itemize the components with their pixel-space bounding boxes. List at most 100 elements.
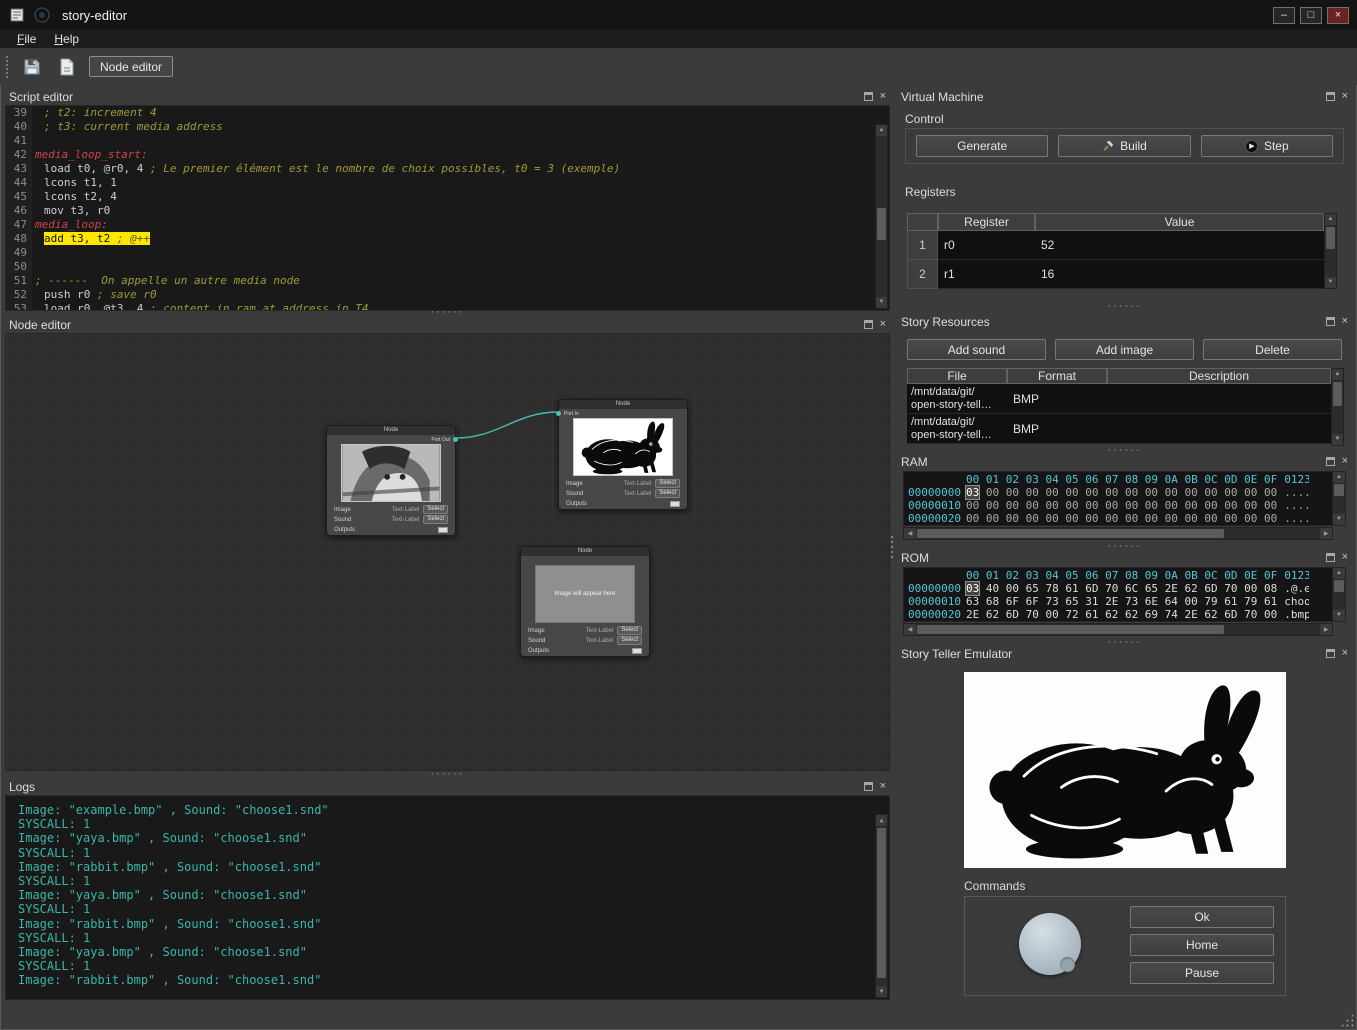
menu-item-help[interactable]: Help — [45, 32, 88, 46]
hex-row[interactable]: 0000001000 00 00 00 00 00 00 00 00 00 00… — [908, 499, 1332, 512]
vertical-scrollbar[interactable]: ▲ ▼ — [875, 124, 888, 309]
vertical-scrollbar[interactable]: ▲ ▼ — [1332, 568, 1345, 621]
menu-item-file[interactable]: File — [8, 32, 45, 46]
vertical-splitter-handle[interactable] — [891, 536, 895, 558]
select-sound-button[interactable]: Select — [423, 515, 448, 524]
ok-button[interactable]: Ok — [1130, 906, 1274, 928]
resource-row[interactable]: /mnt/data/git/ open-story-tell… BMP — [907, 414, 1331, 444]
scroll-thumb[interactable] — [1334, 484, 1344, 496]
scroll-up-arrow[interactable]: ▲ — [1333, 568, 1345, 579]
hex-row[interactable]: 0000000003 00 00 00 00 00 00 00 00 00 00… — [908, 486, 1332, 499]
undock-icon[interactable] — [1326, 92, 1335, 101]
close-panel-icon[interactable]: × — [1342, 457, 1348, 466]
format-cell[interactable]: BMP — [1007, 384, 1107, 414]
undock-icon[interactable] — [1326, 457, 1335, 466]
scroll-thumb[interactable] — [917, 625, 1224, 634]
register-row[interactable]: 2 r1 16 — [907, 260, 1324, 289]
scroll-down-arrow[interactable]: ▼ — [876, 297, 887, 308]
hex-row[interactable]: 0000000003 40 00 65 78 61 6D 70 6C 65 2E… — [908, 582, 1332, 595]
hex-row[interactable]: 0000001063 68 6F 6F 73 65 31 2E 73 6E 64… — [908, 595, 1332, 608]
panel-titlebar[interactable]: ROM × — [897, 549, 1352, 566]
scroll-up-arrow[interactable]: ▲ — [1333, 472, 1345, 483]
outputs-box[interactable] — [632, 648, 642, 654]
select-sound-button[interactable]: Select — [617, 636, 642, 645]
close-button[interactable]: × — [1327, 7, 1349, 24]
scroll-thumb[interactable] — [877, 828, 886, 978]
close-panel-icon[interactable]: × — [1342, 92, 1348, 101]
hex-bytes[interactable]: 00 00 00 00 00 00 00 00 00 00 00 00 00 0… — [979, 486, 1277, 499]
pause-button[interactable]: Pause — [1130, 962, 1274, 984]
log-output[interactable]: Image: "example.bmp" , Sound: "choose1.s… — [5, 795, 890, 1000]
node-title[interactable]: Node — [521, 547, 649, 556]
description-cell[interactable] — [1107, 414, 1331, 444]
scroll-thumb[interactable] — [917, 529, 1224, 538]
undock-icon[interactable] — [1326, 553, 1335, 562]
undock-icon[interactable] — [864, 320, 873, 329]
horizontal-scrollbar[interactable]: ◀ ▶ — [903, 527, 1333, 540]
step-button[interactable]: ▶ Step — [1201, 135, 1333, 157]
hex-view[interactable]: 00 01 02 03 04 05 06 07 08 09 0A 0B 0C 0… — [903, 471, 1346, 526]
register-column-header[interactable]: Register — [938, 213, 1035, 231]
scroll-down-arrow[interactable]: ▼ — [1325, 277, 1336, 288]
splitter-handle[interactable] — [897, 304, 1352, 310]
scroll-down-arrow[interactable]: ▼ — [1333, 610, 1345, 621]
port-in-dot[interactable] — [556, 411, 561, 416]
select-image-button[interactable]: Select — [617, 626, 642, 635]
port-out-dot[interactable] — [453, 437, 458, 442]
resource-row[interactable]: /mnt/data/git/ open-story-tell… BMP — [907, 384, 1331, 414]
undock-icon[interactable] — [1326, 649, 1335, 658]
vertical-scrollbar[interactable]: ▲ ▼ — [1331, 368, 1344, 446]
panel-titlebar[interactable]: Virtual Machine × — [897, 88, 1352, 105]
close-panel-icon[interactable]: × — [880, 92, 886, 101]
minimize-button[interactable]: – — [1273, 7, 1295, 24]
node-editor-toggle-button[interactable]: Node editor — [89, 56, 173, 77]
command-wheel[interactable] — [1019, 913, 1081, 975]
scroll-left-arrow[interactable]: ◀ — [904, 528, 916, 539]
code-editor[interactable]: 39; t2: increment 4 40; t3: current medi… — [5, 105, 890, 311]
maximize-button[interactable]: □ — [1300, 7, 1322, 24]
media-node-3[interactable]: Node Image will appear here ImageText-La… — [520, 546, 650, 657]
register-name-cell[interactable]: r0 — [938, 231, 1035, 260]
file-cell[interactable]: /mnt/data/git/ open-story-tell… — [907, 414, 1007, 444]
hex-bytes[interactable]: 00 00 00 00 00 00 00 00 00 00 00 00 00 0… — [966, 499, 1277, 512]
hex-bytes[interactable]: 00 00 00 00 00 00 00 00 00 00 00 00 00 0… — [966, 512, 1277, 525]
panel-titlebar[interactable]: Logs × — [5, 778, 890, 795]
close-panel-icon[interactable]: × — [1342, 649, 1348, 658]
scroll-thumb[interactable] — [877, 208, 886, 240]
register-value-cell[interactable]: 52 — [1035, 231, 1324, 260]
register-name-cell[interactable]: r1 — [938, 260, 1035, 289]
panel-titlebar[interactable]: Script editor × — [5, 88, 890, 105]
close-panel-icon[interactable]: × — [880, 320, 886, 329]
scroll-thumb[interactable] — [1334, 580, 1344, 592]
scroll-down-arrow[interactable]: ▼ — [1332, 434, 1343, 445]
toolbar-grip[interactable] — [6, 56, 10, 78]
scroll-up-arrow[interactable]: ▲ — [1332, 369, 1343, 380]
description-column-header[interactable]: Description — [1107, 368, 1331, 384]
undock-icon[interactable] — [864, 92, 873, 101]
titlebar[interactable]: story-editor – □ × — [0, 0, 1357, 30]
home-button[interactable]: Home — [1130, 934, 1274, 956]
file-column-header[interactable]: File — [907, 368, 1007, 384]
scroll-thumb[interactable] — [1326, 227, 1335, 249]
horizontal-scrollbar[interactable]: ◀ ▶ — [903, 623, 1333, 636]
build-button[interactable]: Build — [1058, 135, 1190, 157]
node-canvas[interactable]: Node Port Out ImageText-LabelSelect Soun… — [5, 333, 890, 771]
scroll-up-arrow[interactable]: ▲ — [1325, 214, 1336, 225]
scroll-thumb[interactable] — [1333, 382, 1342, 406]
registers-table[interactable]: Register Value 1 r0 52 2 r1 16 — [907, 213, 1324, 289]
scroll-up-arrow[interactable]: ▲ — [876, 125, 887, 136]
register-row[interactable]: 1 r0 52 — [907, 231, 1324, 260]
hex-view[interactable]: 00 01 02 03 04 05 06 07 08 09 0A 0B 0C 0… — [903, 567, 1346, 622]
file-cell[interactable]: /mnt/data/git/ open-story-tell… — [907, 384, 1007, 414]
save-button[interactable] — [19, 54, 45, 80]
add-sound-button[interactable]: Add sound — [907, 339, 1046, 360]
select-image-button[interactable]: Select — [655, 479, 680, 488]
resources-table[interactable]: File Format Description /mnt/data/git/ o… — [907, 368, 1331, 446]
panel-titlebar[interactable]: Story Resources × — [897, 313, 1352, 330]
hex-bytes[interactable]: 2E 62 6D 70 00 72 61 62 62 69 74 2E 62 6… — [966, 608, 1277, 621]
node-title[interactable]: Node — [327, 426, 455, 435]
add-image-button[interactable]: Add image — [1055, 339, 1194, 360]
close-panel-icon[interactable]: × — [1342, 553, 1348, 562]
value-column-header[interactable]: Value — [1035, 213, 1324, 231]
select-sound-button[interactable]: Select — [655, 489, 680, 498]
